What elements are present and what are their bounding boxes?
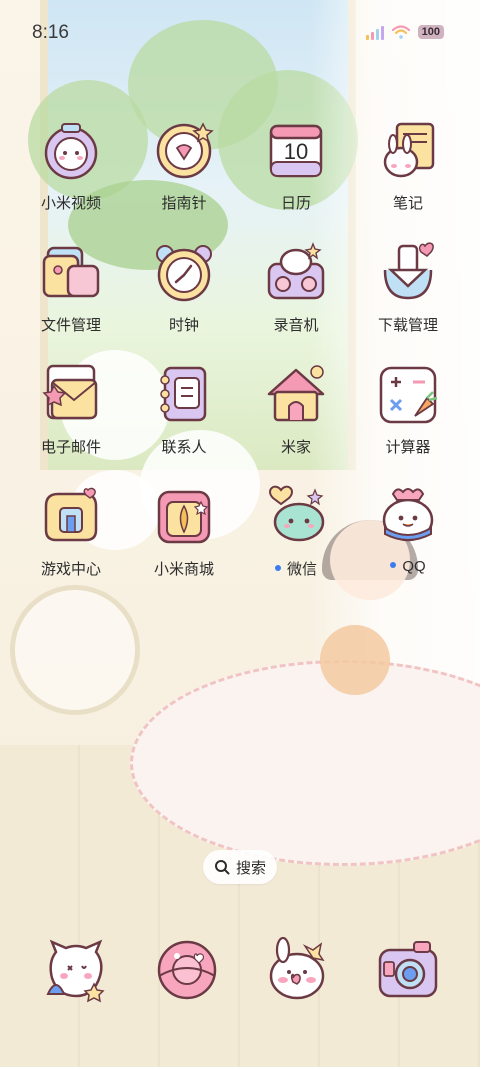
phone-icon[interactable]: [42, 936, 110, 1004]
app-label-text: QQ: [402, 558, 426, 575]
app-xiaomi-store[interactable]: 小米商城: [124, 484, 244, 579]
status-icons: 100: [365, 24, 444, 40]
mijia-icon: [267, 365, 325, 422]
download-manager-icon: [383, 242, 434, 300]
calendar-day: 10: [284, 139, 308, 164]
app-email[interactable]: 电子邮件: [11, 362, 131, 457]
notification-dot: [274, 565, 281, 572]
browser-icon[interactable]: [263, 936, 331, 1004]
app-label-text: 微信: [286, 561, 317, 578]
app-recorder[interactable]: 录音机: [236, 240, 356, 335]
wifi-icon: [391, 25, 410, 39]
app-label: 笔记: [392, 195, 423, 212]
recorder-icon: [267, 242, 325, 300]
search-button[interactable]: 搜索: [203, 850, 277, 884]
app-label: 录音机: [273, 317, 319, 334]
notes-icon: [383, 122, 435, 178]
app-label: 指南针: [161, 195, 207, 212]
search-label: 搜索: [235, 859, 266, 877]
app-label: 电子邮件: [40, 439, 101, 456]
app-calculator[interactable]: 计算器: [348, 362, 468, 457]
wallpaper-curtain: [310, 0, 480, 720]
signal-icon: [365, 24, 384, 40]
file-manager-icon: [42, 246, 100, 298]
app-contacts[interactable]: 联系人: [124, 362, 244, 457]
app-label: 游戏中心: [40, 561, 101, 578]
status-time: 8:16: [32, 22, 69, 43]
app-label: 时钟: [168, 317, 199, 334]
battery-icon: 100: [417, 25, 444, 39]
app-label: 小米视频: [40, 195, 101, 212]
status-bar: 8:16 100: [0, 0, 480, 64]
search-icon: [214, 860, 230, 875]
app-label: 小米商城: [153, 561, 214, 578]
app-qq[interactable]: QQ: [348, 484, 468, 575]
camera-icon[interactable]: [374, 936, 442, 1004]
app-download-manager[interactable]: 下载管理: [348, 240, 468, 335]
app-mijia[interactable]: 米家: [236, 362, 356, 457]
qq-icon: [382, 488, 434, 542]
email-icon: [42, 364, 98, 420]
app-clock[interactable]: 时钟: [124, 240, 244, 335]
xiaomi-store-icon: [157, 490, 211, 544]
notification-dot: [390, 562, 397, 569]
app-file-manager[interactable]: 文件管理: [11, 240, 131, 335]
app-label: 联系人: [161, 439, 207, 456]
wallpaper-bear: [320, 625, 390, 695]
clock-icon: [156, 245, 212, 302]
compass-icon: [156, 122, 214, 179]
app-wechat[interactable]: 微信: [236, 484, 356, 579]
contacts-icon: [160, 366, 207, 422]
wechat-icon: [269, 485, 325, 542]
game-center-icon: [44, 487, 98, 542]
app-compass[interactable]: 指南针: [124, 118, 244, 213]
app-label: 计算器: [385, 439, 431, 456]
calendar-icon: 10: [269, 124, 323, 178]
calculator-icon: [379, 366, 438, 424]
app-label: 微信: [236, 558, 356, 579]
app-label: 日历: [280, 195, 311, 212]
app-calendar[interactable]: 10 日历: [236, 118, 356, 213]
xiaomi-video-icon: [44, 123, 98, 180]
wallpaper-fan: [10, 585, 140, 715]
app-xiaomi-video[interactable]: 小米视频: [11, 118, 131, 213]
messages-icon[interactable]: [153, 936, 221, 1004]
app-label: 下载管理: [377, 317, 438, 334]
app-label: 米家: [280, 439, 311, 456]
app-label: QQ: [348, 558, 468, 575]
app-label: 文件管理: [40, 317, 101, 334]
app-game-center[interactable]: 游戏中心: [11, 484, 131, 579]
app-notes[interactable]: 笔记: [348, 118, 468, 213]
